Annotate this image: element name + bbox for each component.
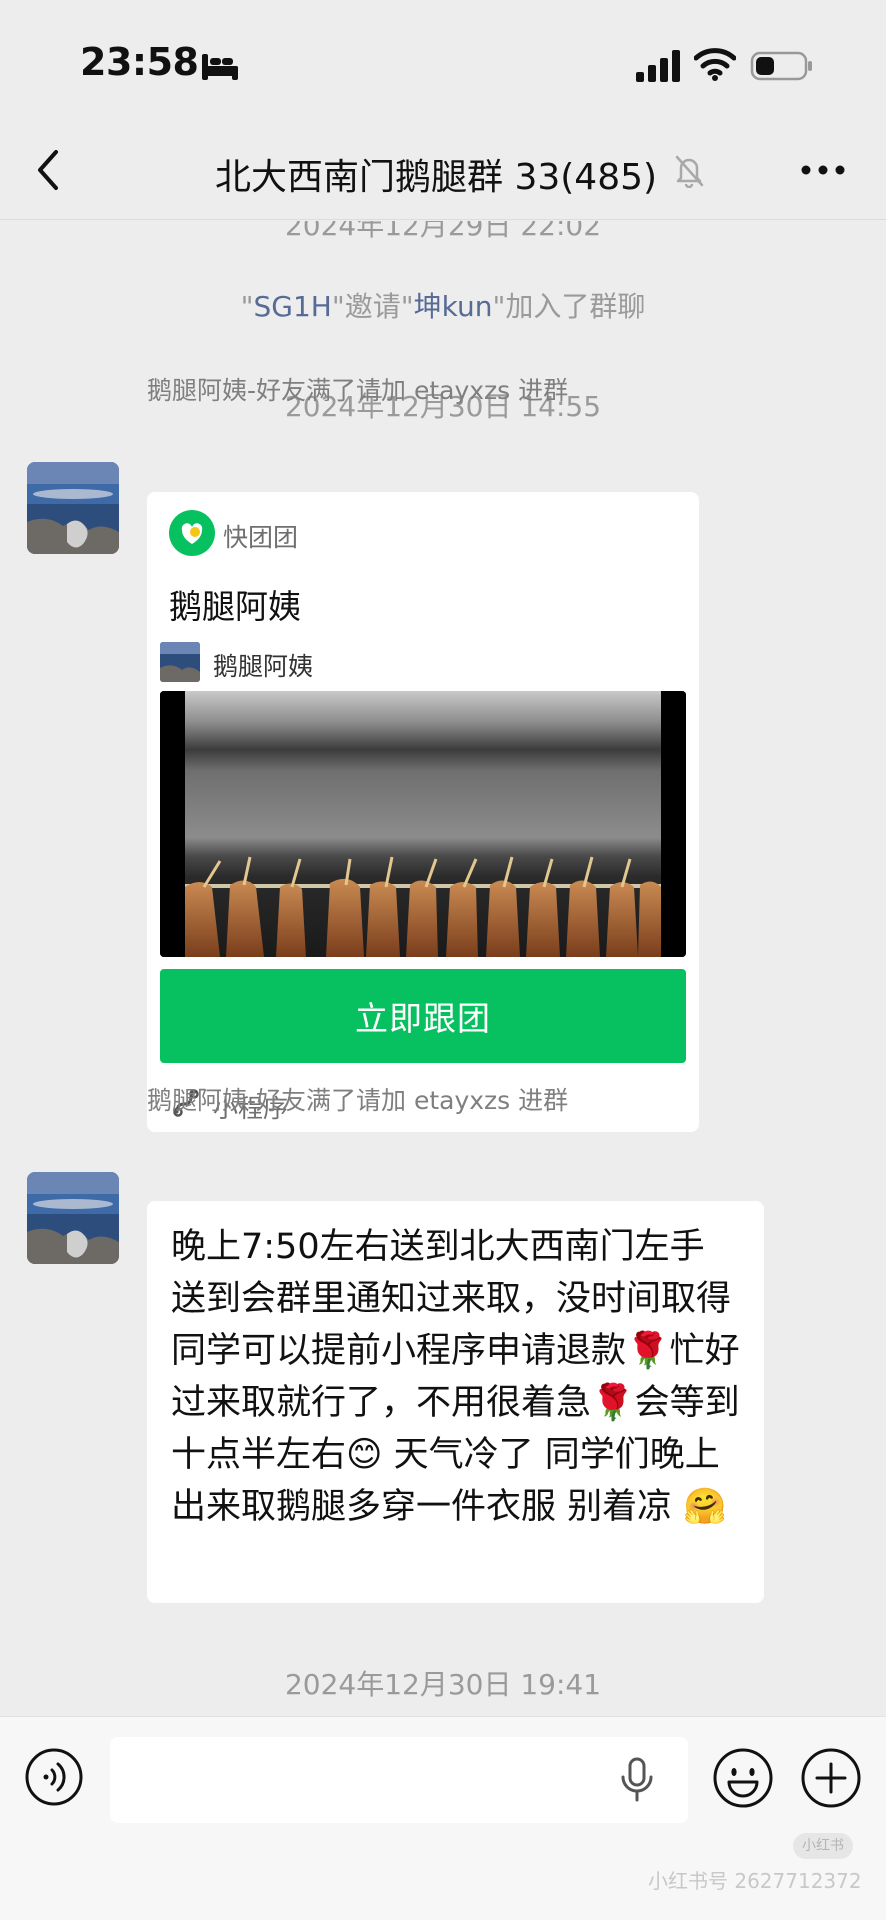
message-text: 晚上7:50左右送到北大西南门左手 送到会群里通知过来取，没时间取得同学可以提前… xyxy=(171,1227,740,1527)
kuaituantuan-logo-icon xyxy=(169,510,215,556)
voice-input-icon[interactable] xyxy=(24,1747,84,1807)
card-title: 鹅腿阿姨 xyxy=(169,587,301,626)
watermark-text: 小红书号 2627712372 xyxy=(648,1869,862,1893)
chat-title: 北大西南门鹅腿群 33(485) xyxy=(215,157,658,198)
status-bar: 23:58 xyxy=(0,0,886,120)
text-message-bubble[interactable]: 晚上7:50左右送到北大西南门左手 送到会群里通知过来取，没时间取得同学可以提前… xyxy=(147,1201,764,1603)
microphone-icon[interactable] xyxy=(618,1757,656,1803)
sender-name: 鹅腿阿姨-好友满了请加 etayxzs 进群 xyxy=(147,1086,569,1115)
message-input[interactable] xyxy=(110,1737,688,1823)
invitee-name[interactable]: 坤kun xyxy=(414,290,493,323)
input-bar: 小红书 小红书号 2627712372 xyxy=(0,1716,886,1920)
emoji-icon[interactable] xyxy=(712,1747,774,1809)
system-message: "SG1H"邀请"坤kun"加入了群聊 xyxy=(240,290,646,323)
timestamp-partial: 2024年12月29日 22:02 xyxy=(284,221,602,242)
plus-icon[interactable] xyxy=(800,1747,862,1809)
muted-bell-icon xyxy=(675,155,704,188)
app-name: 快团团 xyxy=(223,523,299,552)
sleep-focus-icon xyxy=(202,54,238,80)
chat-header: 北大西南门鹅腿群 33(485) xyxy=(0,120,886,220)
back-arrow-icon[interactable] xyxy=(30,146,70,194)
message-list[interactable]: 2024年12月29日 22:02 "SG1H"邀请"坤kun"加入了群聊 20… xyxy=(0,221,886,1716)
cellular-signal-icon xyxy=(636,50,680,82)
card-author: 鹅腿阿姨 xyxy=(213,652,314,681)
join-group-buy-button[interactable]: 立即跟团 xyxy=(160,969,686,1063)
sender-name: 鹅腿阿姨-好友满了请加 etayxzs 进群 xyxy=(147,376,569,405)
avatar[interactable] xyxy=(27,1172,119,1264)
wifi-icon xyxy=(694,48,736,81)
status-time: 23:58 xyxy=(80,40,199,84)
inviter-name[interactable]: SG1H xyxy=(253,290,331,323)
more-options-icon[interactable] xyxy=(800,162,846,178)
watermark-logo: 小红书 xyxy=(793,1833,853,1859)
mini-program-card[interactable]: 快团团 鹅腿阿姨 鹅腿阿姨 立即跟团 小程序 xyxy=(147,492,699,1132)
avatar[interactable] xyxy=(27,462,119,554)
battery-icon xyxy=(750,51,812,81)
timestamp: 2024年12月30日 19:41 xyxy=(284,1668,602,1701)
product-image xyxy=(160,691,686,957)
author-avatar xyxy=(160,642,200,682)
